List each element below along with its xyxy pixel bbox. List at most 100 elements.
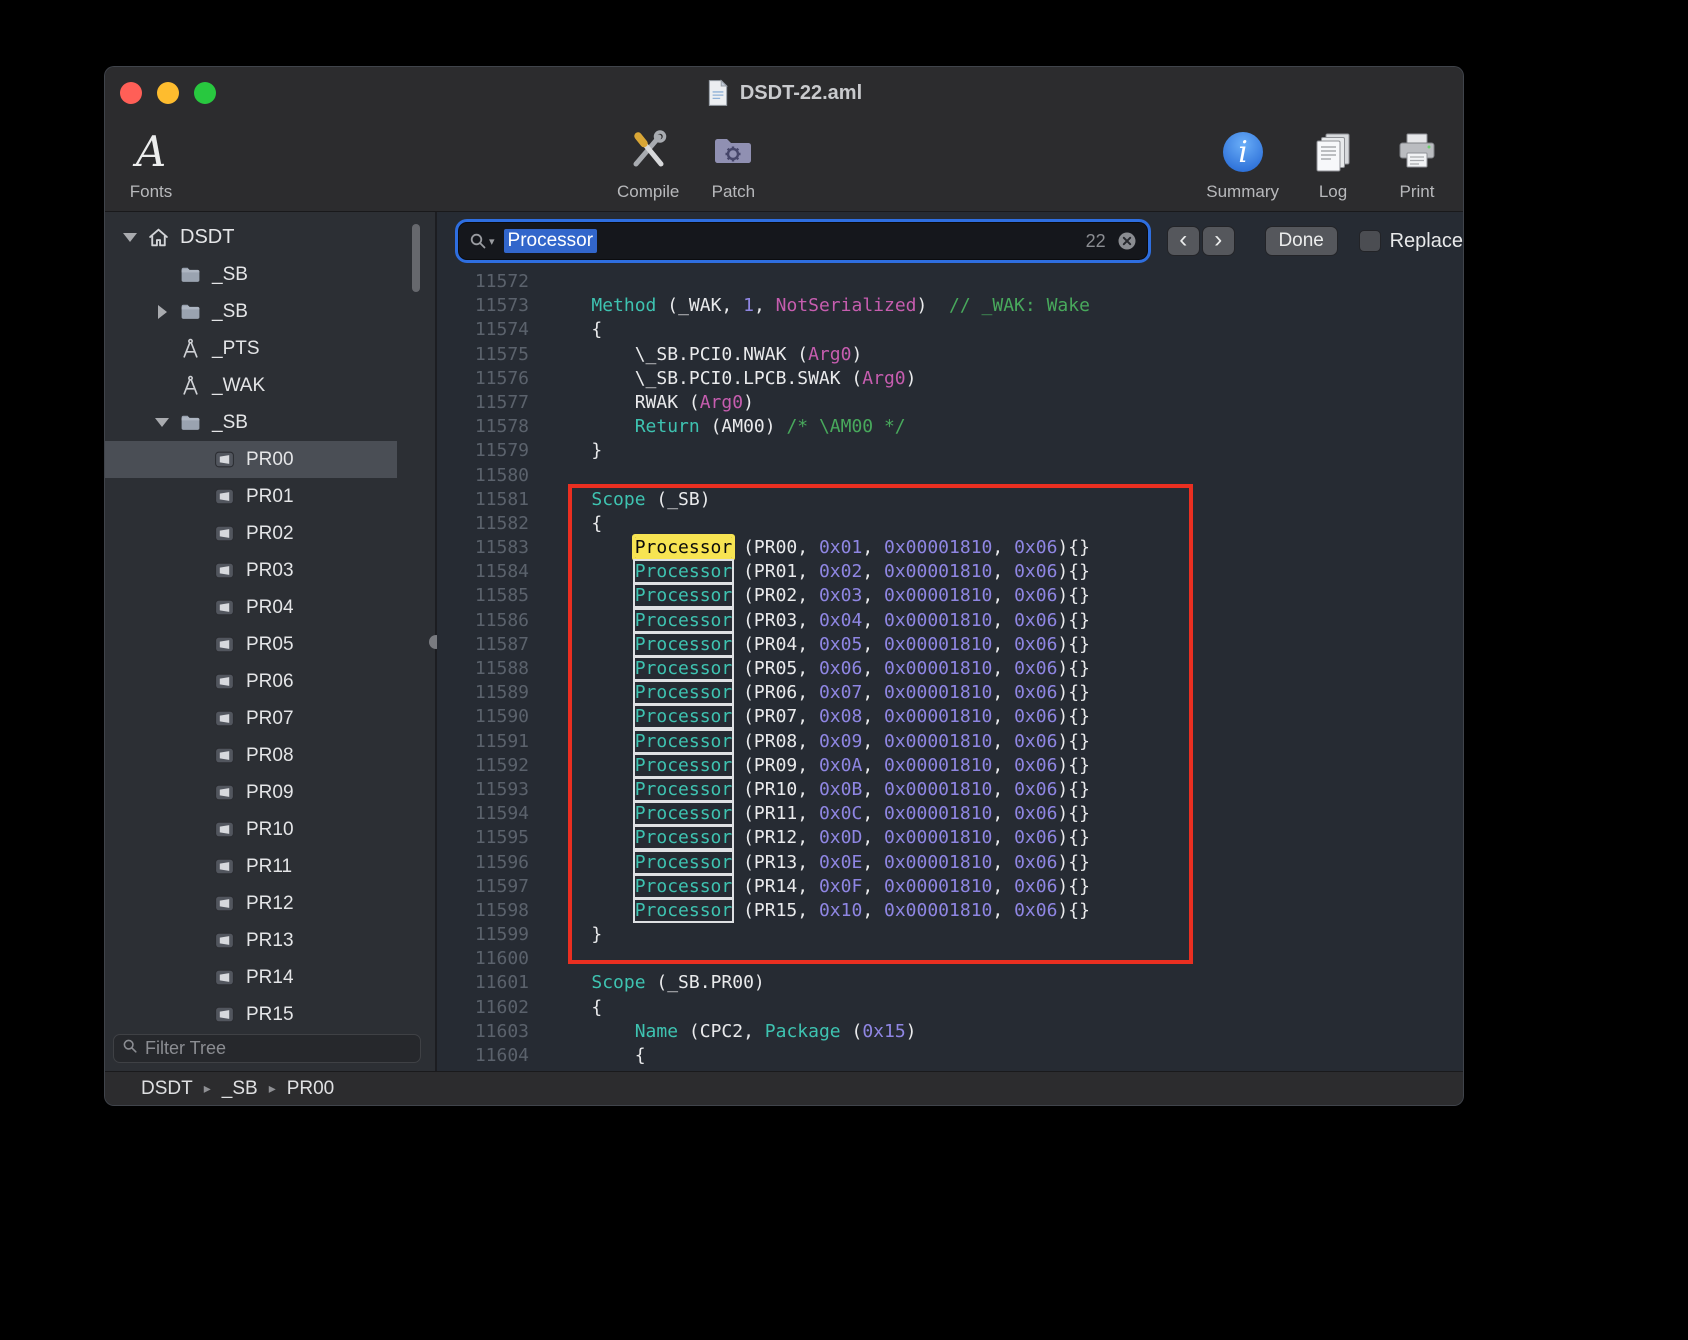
code-text: } bbox=[548, 439, 602, 463]
sidebar-item-pr11[interactable]: PR11 bbox=[105, 848, 397, 885]
sidebar-item-pr03[interactable]: PR03 bbox=[105, 552, 397, 589]
sidebar-item-pr14[interactable]: PR14 bbox=[105, 959, 397, 996]
sidebar-item-pts[interactable]: _PTS bbox=[105, 330, 397, 367]
maciasl-window: DSDT-22.aml AFonts CompilePatch iSummary… bbox=[104, 66, 1464, 1106]
sidebar-item-pr04[interactable]: PR04 bbox=[105, 589, 397, 626]
code-line: 11583 Processor (PR00, 0x01, 0x00001810,… bbox=[437, 536, 1463, 560]
code-text: RWAK (Arg0) bbox=[548, 391, 754, 415]
breadcrumb-item[interactable]: _SB bbox=[222, 1078, 258, 1100]
code-line: 11589 Processor (PR06, 0x07, 0x00001810,… bbox=[437, 681, 1463, 705]
desktop-background: DSDT-22.aml AFonts CompilePatch iSummary… bbox=[0, 0, 1688, 1340]
code-line: 11604 { bbox=[437, 1044, 1463, 1068]
filter-tree-field[interactable]: Filter Tree bbox=[113, 1034, 421, 1063]
code-line: 11579 } bbox=[437, 439, 1463, 463]
sidebar-item-pr15[interactable]: PR15 bbox=[105, 996, 397, 1033]
sidebar-item-label: _PTS bbox=[212, 338, 260, 360]
line-number: 11598 bbox=[437, 899, 529, 923]
disclosure-triangle-icon[interactable] bbox=[117, 233, 143, 242]
sidebar-item-pr12[interactable]: PR12 bbox=[105, 885, 397, 922]
line-number: 11594 bbox=[437, 802, 529, 826]
sidebar-item-pr01[interactable]: PR01 bbox=[105, 478, 397, 515]
zoom-button[interactable] bbox=[194, 82, 216, 104]
code-text: Return (AM00) /* \AM00 */ bbox=[548, 415, 906, 439]
find-match: Processor bbox=[635, 634, 733, 655]
code-line: 11584 Processor (PR01, 0x02, 0x00001810,… bbox=[437, 560, 1463, 584]
sidebar-item-sb[interactable]: _SB bbox=[105, 293, 397, 330]
code-line: 11593 Processor (PR10, 0x0B, 0x00001810,… bbox=[437, 778, 1463, 802]
sidebar-item-wak[interactable]: _WAK bbox=[105, 367, 397, 404]
processor-icon bbox=[209, 855, 239, 878]
line-number: 11582 bbox=[437, 512, 529, 536]
breadcrumb-item[interactable]: DSDT bbox=[141, 1078, 193, 1100]
find-previous-button[interactable]: ‹ bbox=[1167, 226, 1200, 256]
sidebar-item-label: _SB bbox=[212, 412, 248, 434]
house-icon bbox=[143, 226, 173, 249]
processor-icon bbox=[209, 559, 239, 582]
toolbar: AFonts Compile Patch iSummary Log Print bbox=[105, 119, 1463, 212]
line-number: 11583 bbox=[437, 536, 529, 560]
line-number: 11597 bbox=[437, 875, 529, 899]
find-next-button[interactable]: › bbox=[1202, 226, 1235, 256]
line-number: 11602 bbox=[437, 996, 529, 1020]
toolbar-item-label: Print bbox=[1400, 182, 1435, 202]
toolbar-item-fonts[interactable]: AFonts bbox=[121, 124, 181, 202]
sidebar-item-label: _SB bbox=[212, 301, 248, 323]
toolbar-item-log[interactable]: Log bbox=[1303, 124, 1363, 202]
close-button[interactable] bbox=[120, 82, 142, 104]
find-match: Processor bbox=[635, 731, 733, 752]
code-line: 11590 Processor (PR07, 0x08, 0x00001810,… bbox=[437, 705, 1463, 729]
disclosure-triangle-icon[interactable] bbox=[149, 418, 175, 427]
sidebar-item-pr07[interactable]: PR07 bbox=[105, 700, 397, 737]
sidebar: DSDT_SB_SB_PTS_WAK_SBPR00PR01PR02PR03PR0… bbox=[105, 212, 435, 1071]
sidebar-item-sb[interactable]: _SB bbox=[105, 404, 397, 441]
sidebar-item-label: _WAK bbox=[212, 375, 265, 397]
sidebar-scrollbar-thumb[interactable] bbox=[412, 224, 420, 292]
document-icon bbox=[706, 79, 730, 107]
toolbar-item-summary[interactable]: iSummary bbox=[1206, 124, 1279, 202]
method-icon bbox=[175, 374, 205, 397]
toolbar-item-compile[interactable]: Compile bbox=[617, 124, 679, 202]
sidebar-item-label: PR15 bbox=[246, 1004, 294, 1026]
code-text: { bbox=[548, 512, 602, 536]
code-line: 11598 Processor (PR15, 0x10, 0x00001810,… bbox=[437, 899, 1463, 923]
sidebar-item-label: PR02 bbox=[246, 523, 294, 545]
code-line: 11596 Processor (PR13, 0x0E, 0x00001810,… bbox=[437, 851, 1463, 875]
sidebar-item-pr13[interactable]: PR13 bbox=[105, 922, 397, 959]
code-line: 11592 Processor (PR09, 0x0A, 0x00001810,… bbox=[437, 754, 1463, 778]
disclosure-triangle-icon[interactable] bbox=[149, 305, 175, 319]
code-text: Processor (PR06, 0x07, 0x00001810, 0x06)… bbox=[548, 681, 1090, 705]
sidebar-item-label: PR10 bbox=[246, 819, 294, 841]
search-icon[interactable]: ▾ bbox=[469, 232, 495, 250]
replace-checkbox[interactable] bbox=[1359, 230, 1381, 252]
code-line: 11572 bbox=[437, 270, 1463, 294]
sidebar-item-label: PR09 bbox=[246, 782, 294, 804]
sidebar-item-pr06[interactable]: PR06 bbox=[105, 663, 397, 700]
minimize-button[interactable] bbox=[157, 82, 179, 104]
sidebar-item-sb[interactable]: _SB bbox=[105, 256, 397, 293]
sidebar-item-dsdt[interactable]: DSDT bbox=[105, 219, 397, 256]
sidebar-item-label: PR14 bbox=[246, 967, 294, 989]
sidebar-item-pr02[interactable]: PR02 bbox=[105, 515, 397, 552]
line-number: 11585 bbox=[437, 584, 529, 608]
breadcrumb-item[interactable]: PR00 bbox=[287, 1078, 335, 1100]
processor-icon bbox=[209, 781, 239, 804]
done-button[interactable]: Done bbox=[1265, 226, 1338, 256]
code-text: Processor (PR11, 0x0C, 0x00001810, 0x06)… bbox=[548, 802, 1090, 826]
find-navigation-segment: ‹ › bbox=[1167, 226, 1235, 256]
print-icon bbox=[1394, 124, 1440, 180]
sidebar-item-pr08[interactable]: PR08 bbox=[105, 737, 397, 774]
sidebar-item-pr00[interactable]: PR00 bbox=[105, 441, 397, 478]
clear-search-icon[interactable] bbox=[1117, 231, 1137, 251]
toolbar-item-patch[interactable]: Patch bbox=[703, 124, 763, 202]
folder-icon bbox=[175, 411, 205, 434]
find-field[interactable]: ▾ Processor 22 bbox=[458, 222, 1148, 260]
toolbar-item-print[interactable]: Print bbox=[1387, 124, 1447, 202]
line-number: 11596 bbox=[437, 851, 529, 875]
sidebar-item-pr10[interactable]: PR10 bbox=[105, 811, 397, 848]
code-text: { bbox=[548, 318, 602, 342]
code-editor[interactable]: 1157211573 Method (_WAK, 1, NotSerialize… bbox=[437, 270, 1463, 1071]
sidebar-item-pr05[interactable]: PR05 bbox=[105, 626, 397, 663]
sidebar-item-pr09[interactable]: PR09 bbox=[105, 774, 397, 811]
method-icon bbox=[175, 337, 205, 360]
find-match: Processor bbox=[635, 706, 733, 727]
